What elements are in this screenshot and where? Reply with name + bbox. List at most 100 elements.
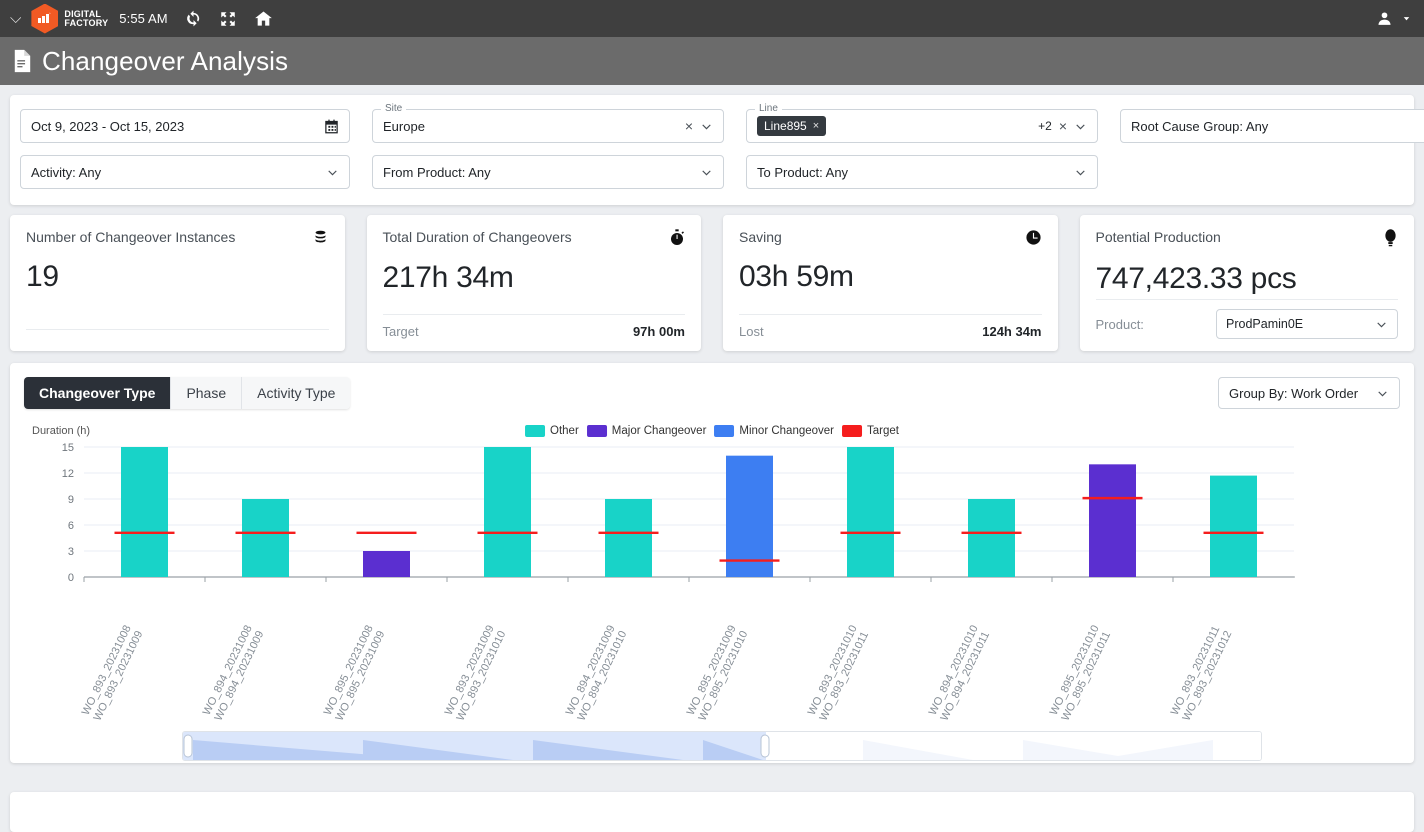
x-axis-label: WO_893_20231011WO_893_20231012 [1169,624,1235,723]
bar-chart-svg[interactable]: 0 3 6 9 12 15 WO_893_20231008WO_893_20231009 WO… [24,439,1420,725]
x-axis-label: WO_893_20231008WO_893_20231009 [80,623,146,722]
x-axis-label: WO_893_20231010WO_893_20231011 [806,623,871,722]
legend-label: Minor Changeover [739,425,835,437]
chart-bar[interactable] [1210,475,1257,577]
kpi-footer-label: Lost [739,324,764,339]
chart-bar[interactable] [121,447,168,577]
chevron-down-icon[interactable] [700,166,713,179]
home-icon[interactable] [253,9,274,29]
page-title: Changeover Analysis [42,45,289,76]
chevron-down-icon[interactable]: ⌵ [10,11,21,26]
brush-handle-right[interactable] [760,734,770,758]
tab-phase[interactable]: Phase [171,377,243,409]
chart-bar[interactable] [847,447,894,577]
legend-item-target[interactable]: Target [842,425,899,437]
x-axis-label: WO_894_20231009WO_894_20231010 [564,623,630,722]
chevron-down-icon[interactable] [1375,318,1388,331]
product-select-value: ProdPamin0E [1226,317,1304,331]
x-axis-label: WO_895_20231010WO_895_20231011 [1048,623,1113,722]
brand-line-2: FACTORY [64,17,109,28]
line-filter-label: Line [755,103,782,114]
chevron-down-icon[interactable] [1074,120,1087,133]
filter-bar: Oct 9, 2023 - Oct 15, 2023 Site Europe ×… [10,95,1424,205]
to-product-filter[interactable]: To Product: Any [746,155,1098,189]
tab-activity-type[interactable]: Activity Type [242,377,351,409]
x-axis-label: WO_894_20231010WO_894_20231011 [927,623,992,722]
top-bar: ⌵ DIGITAL FACTORY 5:55 AM [0,0,1424,37]
refresh-icon[interactable] [184,9,203,28]
line-filter-overflow-count: +2 [1038,119,1052,133]
kpi-row: Number of Changeover Instances 19 Total … [10,215,1414,351]
chevron-down-icon[interactable] [1376,387,1389,400]
x-axis-label: WO_895_20231009WO_895_20231010 [685,623,751,722]
next-panel-placeholder [10,792,1414,832]
kpi-title: Saving [739,229,782,245]
fullscreen-icon[interactable] [219,10,237,28]
from-product-filter[interactable]: From Product: Any [372,155,724,189]
chevron-down-icon[interactable] [326,166,339,179]
group-by-select[interactable]: Group By: Work Order [1218,377,1400,409]
activity-filter[interactable]: Activity: Any [20,155,350,189]
chart-range-brush[interactable] [182,731,1262,761]
legend-swatch [586,425,607,437]
site-filter-label: Site [381,103,407,114]
product-select[interactable]: ProdPamin0E [1216,309,1398,339]
stopwatch-icon [669,229,685,247]
legend-label: Major Changeover [611,425,707,437]
chart-bar[interactable] [726,455,773,577]
from-product-value: From Product: Any [383,164,491,180]
legend-item-minor-changeover[interactable]: Minor Changeover [714,425,834,437]
chart-bar[interactable] [242,499,289,577]
lightbulb-icon [1383,229,1398,248]
chevron-down-icon[interactable] [1074,166,1087,179]
chart-bar[interactable] [363,551,410,577]
brush-svg[interactable] [183,732,1262,760]
chevron-down-icon[interactable] [1401,13,1412,24]
legend-item-major-changeover[interactable]: Major Changeover [586,425,707,437]
line-filter-chip[interactable]: Line895 × [757,116,827,136]
root-cause-group-value: Root Cause Group: Any [1131,118,1269,134]
chart-bar[interactable] [1089,464,1136,577]
kpi-title: Potential Production [1095,229,1221,245]
site-filter[interactable]: Site Europe × [372,103,724,143]
page-header: Changeover Analysis [0,37,1424,85]
kpi-title: Total Duration of Changeovers [382,229,572,245]
chart-bar[interactable] [605,499,652,577]
legend-swatch [714,425,735,437]
legend-item-other[interactable]: Other [525,425,579,437]
chart-bar[interactable] [968,499,1015,577]
user-icon[interactable] [1376,10,1393,27]
date-range-filter[interactable]: Oct 9, 2023 - Oct 15, 2023 [20,109,350,143]
kpi-footer [26,329,329,339]
site-filter-value: Europe [383,118,425,134]
kpi-footer: Lost 124h 34m [739,314,1042,339]
kpi-card-saving: Saving 03h 59m Lost 124h 34m [723,215,1058,351]
y-axis-title: Duration (h) [32,425,91,437]
line-filter-clear[interactable]: × [1059,118,1067,134]
line-filter[interactable]: Line Line895 × +2 × [746,103,1098,143]
chart-bar[interactable] [484,447,531,577]
group-by-value: Group By: Work Order [1229,385,1359,401]
kpi-card-potential-production: Potential Production 747,423.33 pcs Prod… [1079,215,1414,351]
tab-changeover-type[interactable]: Changeover Type [24,377,172,409]
kpi-footer-value: 97h 00m [632,324,685,339]
y-axis-tick: 15 [62,442,74,454]
legend-label: Target [867,425,899,437]
calendar-icon[interactable] [324,119,339,134]
root-cause-group-filter[interactable]: Root Cause Group: Any [1120,109,1424,143]
kpi-title: Number of Changeover Instances [26,229,236,245]
activity-filter-value: Activity: Any [31,164,102,180]
line-filter-chip-remove[interactable]: × [813,120,819,132]
digital-factory-logo [31,3,59,34]
chart-area: Duration (h) Other Major Changeover Mino… [24,425,1400,745]
site-filter-clear[interactable]: × [685,118,693,134]
chevron-down-icon[interactable] [700,120,713,133]
clock-icon [1025,229,1042,246]
y-axis-tick: 9 [68,494,74,506]
chart-plot: 0 3 6 9 12 15 WO_893_20231008 WO_893_20231009 WO… [24,439,1400,729]
kpi-value: 19 [26,260,59,293]
x-axis-label: WO_894_20231008WO_894_20231009 [201,623,267,722]
brush-handle-left[interactable] [183,734,193,758]
user-menu[interactable] [1376,10,1412,27]
y-axis-tick: 3 [68,546,74,558]
